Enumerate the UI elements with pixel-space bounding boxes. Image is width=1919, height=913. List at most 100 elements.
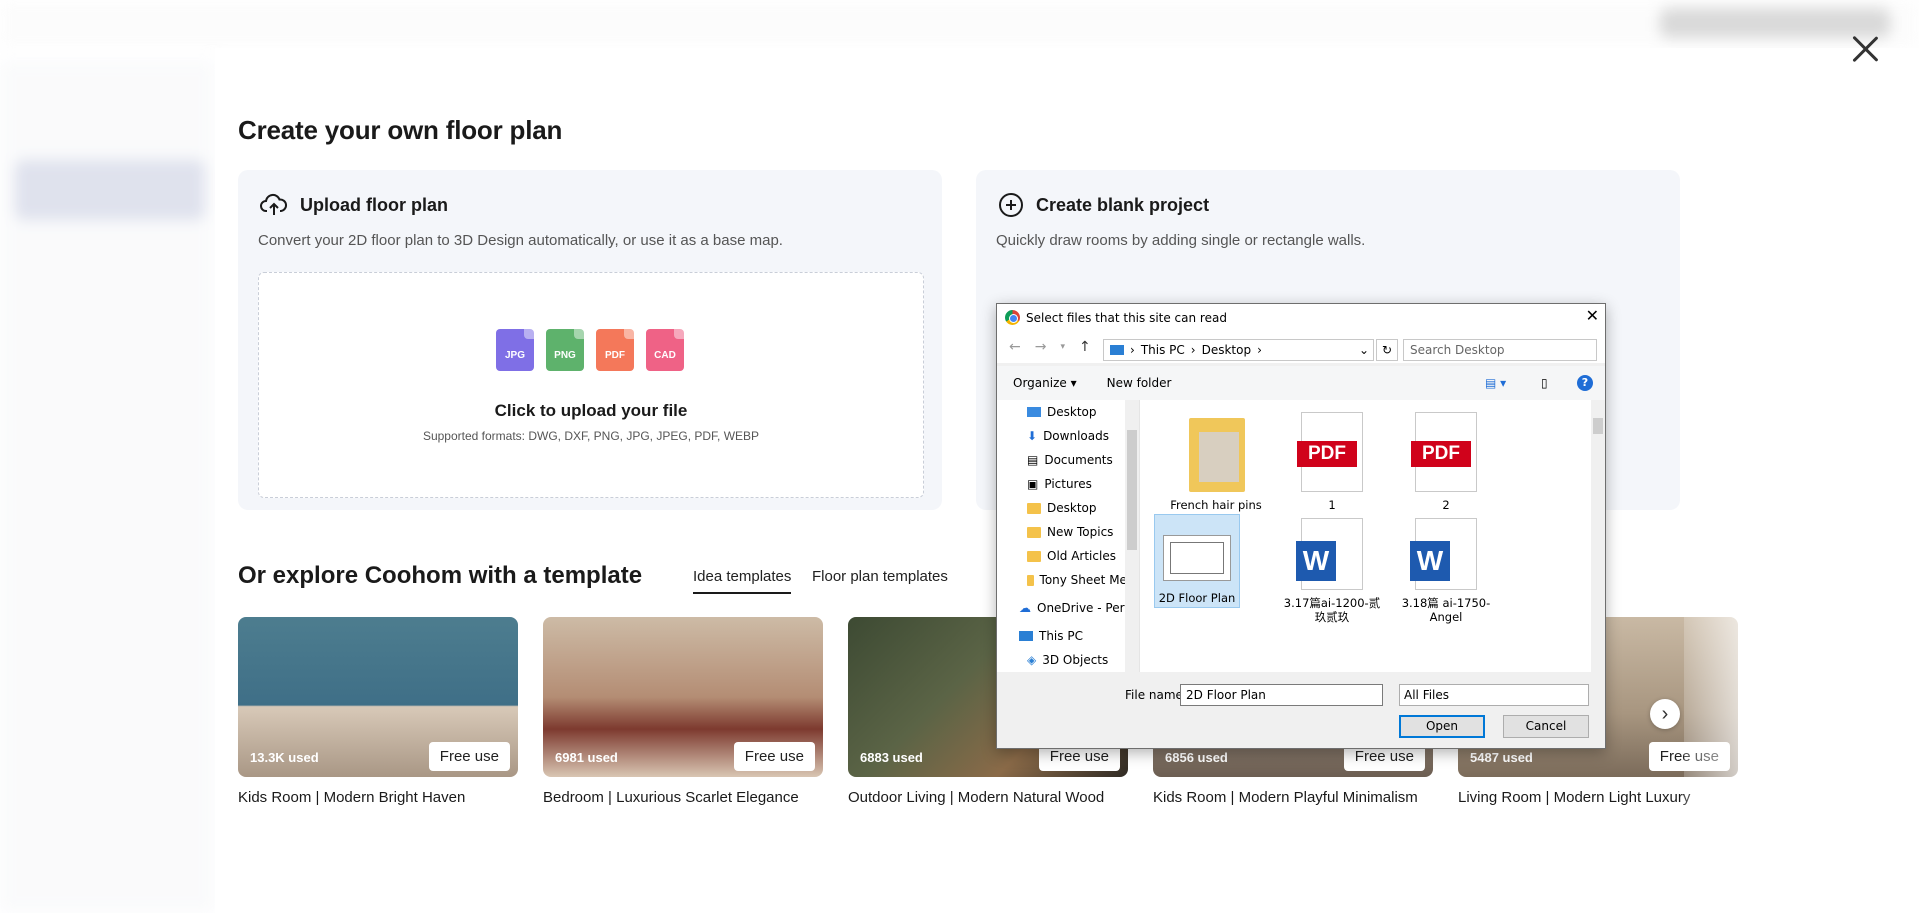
file-item[interactable]: PDF 1	[1280, 412, 1384, 512]
view-options-icon[interactable]: ▤ ▾	[1485, 376, 1506, 390]
organize-menu[interactable]: Organize ▾	[1013, 376, 1077, 390]
tab-floor-plan-templates[interactable]: Floor plan templates	[812, 568, 948, 585]
picture-icon: ▣	[1027, 477, 1039, 491]
pc-icon	[1019, 631, 1033, 641]
blank-description: Quickly draw rooms by adding single or r…	[996, 232, 1366, 249]
dialog-titlebar: Select files that this site can read ✕	[997, 304, 1605, 331]
tree-item-documents[interactable]: ▤ Documents	[997, 448, 1139, 472]
template-thumbnail: 6981 used Free use	[543, 617, 823, 777]
dialog-close-icon[interactable]: ✕	[1586, 306, 1599, 325]
download-icon: ⬇	[1027, 429, 1038, 443]
tree-item-pictures[interactable]: ▣ Pictures	[997, 472, 1139, 496]
file-item[interactable]: W 3.17篇ai-1200-贰玖贰玖	[1280, 518, 1384, 624]
carousel-next-button[interactable]: ›	[1650, 699, 1680, 729]
template-thumbnail: 13.3K used Free use	[238, 617, 518, 777]
search-input[interactable]: Search Desktop	[1403, 339, 1597, 361]
cloud-upload-icon	[260, 193, 287, 215]
tree-item-tony-sheet[interactable]: Tony Sheet Meta	[997, 568, 1139, 592]
word-doc-icon: W	[1410, 518, 1477, 590]
folder-icon	[1027, 526, 1041, 538]
bg-banner	[15, 160, 205, 220]
tree-item-this-pc[interactable]: This PC	[997, 624, 1139, 648]
address-dropdown-icon[interactable]: ⌄	[1359, 343, 1369, 357]
refresh-icon[interactable]: ↻	[1376, 339, 1398, 361]
new-folder-button[interactable]: New folder	[1107, 376, 1172, 390]
png-icon: PNG	[546, 329, 584, 371]
tree-item-3d-objects[interactable]: ◈ 3D Objects	[997, 648, 1139, 672]
close-icon[interactable]	[1848, 32, 1882, 66]
tab-idea-templates[interactable]: Idea templates	[693, 568, 792, 594]
breadcrumb-sep-icon: ›	[1190, 343, 1196, 357]
upload-cta[interactable]: Click to upload your file	[259, 401, 923, 421]
forward-arrow-icon[interactable]: →	[1035, 339, 1047, 355]
template-name: Bedroom | Luxurious Scarlet Elegance	[543, 789, 799, 806]
jpg-icon: JPG	[496, 329, 534, 371]
tree-item-old-articles[interactable]: Old Articles	[997, 544, 1139, 568]
folder-icon	[1027, 502, 1041, 514]
breadcrumb-this-pc[interactable]: This PC	[1141, 343, 1185, 357]
up-arrow-icon[interactable]: ↑	[1079, 339, 1091, 355]
dialog-footer: File name: 2D Floor Plan All Files Open …	[997, 672, 1605, 748]
navigation-tree: Desktop ⬇ Downloads ▤ Documents ▣ Pictures …	[997, 400, 1139, 672]
template-name: Kids Room | Modern Playful Minimalism	[1153, 789, 1418, 806]
usage-count: 13.3K used	[250, 750, 319, 765]
upload-dropzone[interactable]: JPG PNG PDF CAD Click to upload your fil…	[258, 272, 924, 498]
file-item[interactable]: French hair pins images	[1164, 412, 1268, 526]
tree-item-downloads[interactable]: ⬇ Downloads	[997, 424, 1139, 448]
file-type-icons: JPG PNG PDF CAD	[496, 329, 684, 371]
folder-icon	[1027, 574, 1034, 586]
free-use-button[interactable]: Free use	[733, 742, 815, 771]
upload-description: Convert your 2D floor plan to 3D Design …	[258, 232, 783, 249]
pdf-icon: PDF	[1297, 412, 1363, 492]
recent-chevron-icon[interactable]: ▾	[1060, 342, 1065, 352]
file-type-select[interactable]: All Files	[1399, 684, 1589, 706]
chrome-icon	[1005, 310, 1020, 325]
template-card[interactable]: 6981 used Free use Bedroom | Luxurious S…	[543, 617, 823, 806]
desktop-icon	[1027, 407, 1041, 417]
dialog-title: Select files that this site can read	[1026, 310, 1227, 325]
cloud-icon: ☁	[1019, 601, 1031, 615]
tree-scrollbar[interactable]	[1125, 400, 1139, 672]
breadcrumb-sep-icon: ›	[1130, 343, 1135, 357]
help-icon[interactable]: ?	[1577, 375, 1593, 391]
address-bar[interactable]: › This PC › Desktop › ⌄	[1103, 339, 1374, 361]
word-doc-icon: W	[1296, 518, 1363, 590]
back-arrow-icon[interactable]: ←	[1009, 339, 1021, 355]
free-use-button[interactable]: Free use	[428, 742, 510, 771]
template-card[interactable]: 13.3K used Free use Kids Room | Modern B…	[238, 617, 518, 806]
template-name: Outdoor Living | Modern Natural Wood	[848, 789, 1105, 806]
page-title: Create your own floor plan	[238, 115, 563, 145]
usage-count: 6981 used	[555, 750, 618, 765]
folder-icon	[1185, 412, 1247, 492]
tree-item-desktop[interactable]: Desktop	[997, 400, 1139, 424]
file-item-selected[interactable]: 2D Floor Plan	[1154, 514, 1240, 608]
supported-formats: Supported formats: DWG, DXF, PNG, JPG, J…	[422, 429, 760, 443]
tree-item-desktop-folder[interactable]: Desktop	[997, 496, 1139, 520]
open-button[interactable]: Open	[1399, 715, 1485, 738]
template-name: Kids Room | Modern Bright Haven	[238, 789, 466, 806]
preview-pane-icon[interactable]: ▯	[1541, 376, 1548, 390]
carousel-fade	[1684, 600, 1919, 820]
pdf-icon: PDF	[596, 329, 634, 371]
pdf-icon: PDF	[1411, 412, 1477, 492]
upload-heading-row: Upload floor plan	[260, 192, 448, 218]
blank-heading: Create blank project	[1036, 194, 1210, 215]
tree-item-onedrive[interactable]: ☁ OneDrive - Person	[997, 596, 1139, 620]
image-thumbnail-icon	[1163, 535, 1231, 581]
cad-icon: CAD	[646, 329, 684, 371]
file-list-scrollbar[interactable]	[1591, 400, 1605, 672]
file-item[interactable]: PDF 2	[1394, 412, 1498, 512]
tree-item-new-topics[interactable]: New Topics	[997, 520, 1139, 544]
bg-topbar	[0, 0, 1919, 48]
file-name-input[interactable]: 2D Floor Plan	[1180, 684, 1383, 706]
document-icon: ▤	[1027, 453, 1039, 467]
blank-heading-row: Create blank project	[998, 192, 1209, 218]
chevron-right-icon: ›	[1661, 702, 1669, 725]
breadcrumb-desktop[interactable]: Desktop	[1202, 343, 1252, 357]
cancel-button[interactable]: Cancel	[1503, 715, 1589, 738]
folder-icon	[1027, 550, 1041, 562]
file-item[interactable]: W 3.18篇 ai-1750-Angel	[1394, 518, 1498, 624]
usage-count: 6883 used	[860, 750, 923, 765]
explore-title: Or explore Coohom with a template	[238, 562, 643, 589]
usage-count: 5487 used	[1470, 750, 1533, 765]
